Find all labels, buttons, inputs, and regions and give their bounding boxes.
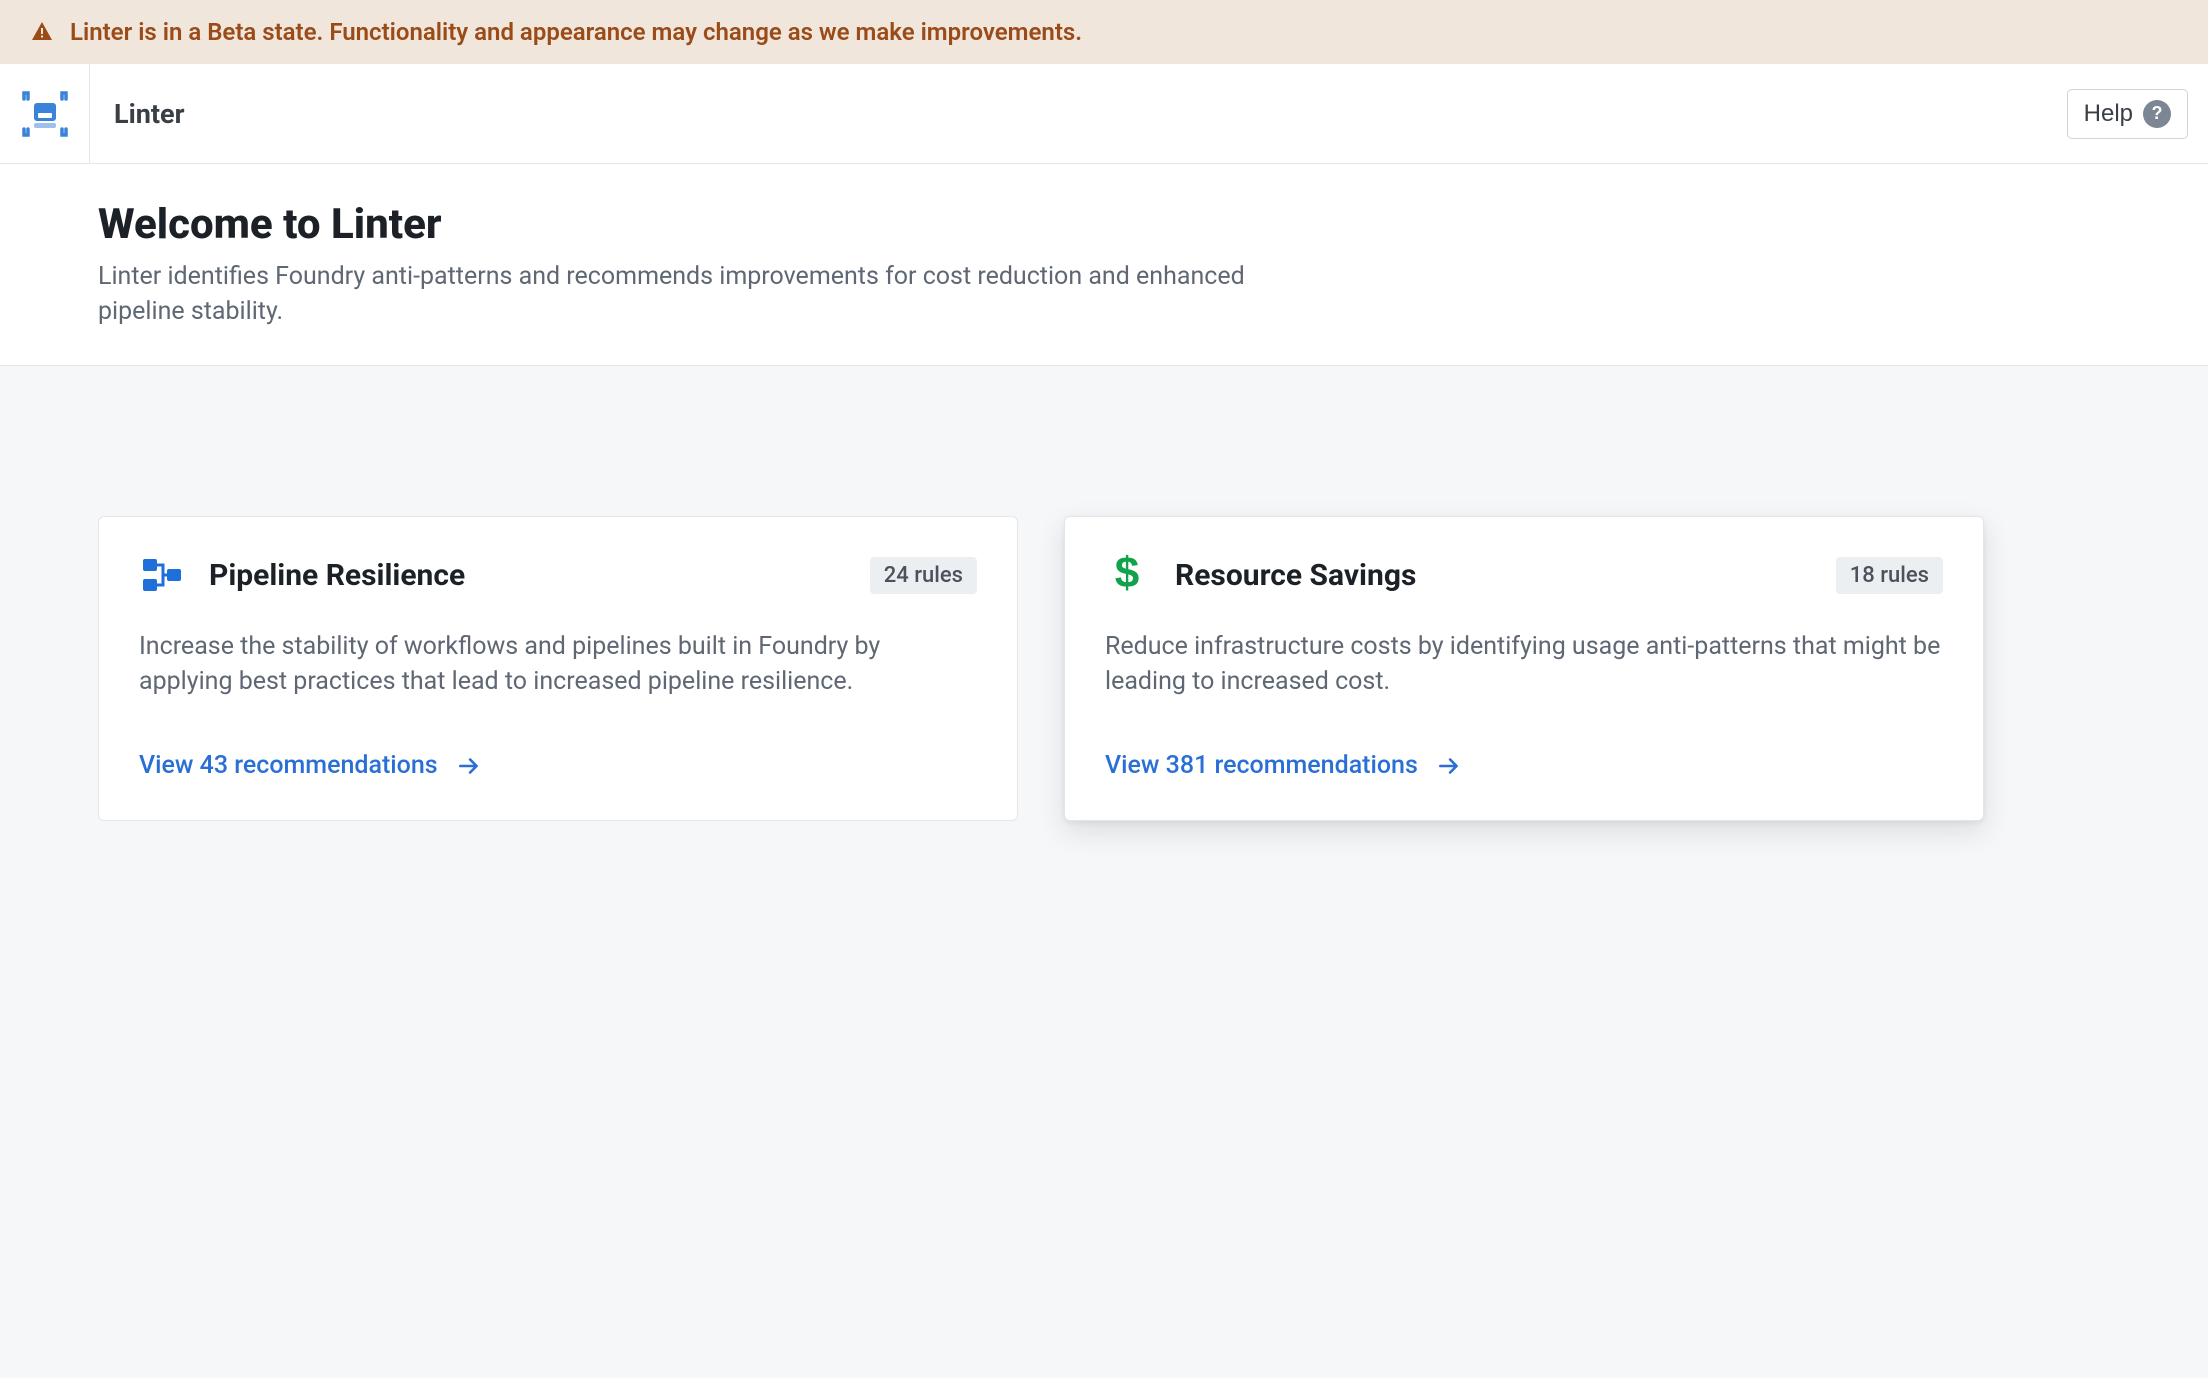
link-label: View 381 recommendations xyxy=(1105,751,1418,780)
app-title: Linter xyxy=(90,98,185,130)
help-button-label: Help xyxy=(2084,100,2133,128)
card-description: Reduce infrastructure costs by identifyi… xyxy=(1105,629,1943,699)
card-title: Pipeline Resilience xyxy=(209,558,465,593)
beta-banner: Linter is in a Beta state. Functionality… xyxy=(0,0,2208,64)
page-title: Welcome to Linter xyxy=(98,200,2208,249)
link-label: View 43 recommendations xyxy=(139,751,438,780)
warning-icon xyxy=(30,20,54,44)
help-button[interactable]: Help ? xyxy=(2067,89,2188,139)
card-head: $ Resource Savings 18 rules xyxy=(1105,553,1943,597)
card-head-left: Pipeline Resilience xyxy=(139,553,465,597)
arrow-right-icon xyxy=(1436,753,1462,779)
beta-banner-message: Linter is in a Beta state. Functionality… xyxy=(70,18,1082,46)
app-logo[interactable] xyxy=(0,64,90,163)
svg-text:$: $ xyxy=(1115,553,1139,597)
help-icon: ? xyxy=(2143,100,2171,128)
rules-badge: 18 rules xyxy=(1836,557,1943,594)
card-head: Pipeline Resilience 24 rules xyxy=(139,553,977,597)
rules-badge: 24 rules xyxy=(870,557,977,594)
view-recommendations-link[interactable]: View 43 recommendations xyxy=(139,751,977,780)
view-recommendations-link[interactable]: View 381 recommendations xyxy=(1105,751,1943,780)
card-title: Resource Savings xyxy=(1175,558,1416,593)
app-header-left: Linter xyxy=(0,64,185,163)
page-subtitle: Linter identifies Foundry anti-patterns … xyxy=(98,259,1258,329)
dollar-icon: $ xyxy=(1105,553,1149,597)
app-header: Linter Help ? xyxy=(0,64,2208,164)
card-description: Increase the stability of workflows and … xyxy=(139,629,977,699)
arrow-right-icon xyxy=(456,753,482,779)
card-resource-savings[interactable]: $ Resource Savings 18 rules Reduce infra… xyxy=(1064,516,1984,821)
hero: Welcome to Linter Linter identifies Foun… xyxy=(0,164,2208,366)
pipeline-icon xyxy=(139,553,183,597)
cards-container: Pipeline Resilience 24 rules Increase th… xyxy=(0,366,2208,821)
linter-logo-icon xyxy=(20,89,70,139)
card-pipeline-resilience[interactable]: Pipeline Resilience 24 rules Increase th… xyxy=(98,516,1018,821)
card-head-left: $ Resource Savings xyxy=(1105,553,1416,597)
